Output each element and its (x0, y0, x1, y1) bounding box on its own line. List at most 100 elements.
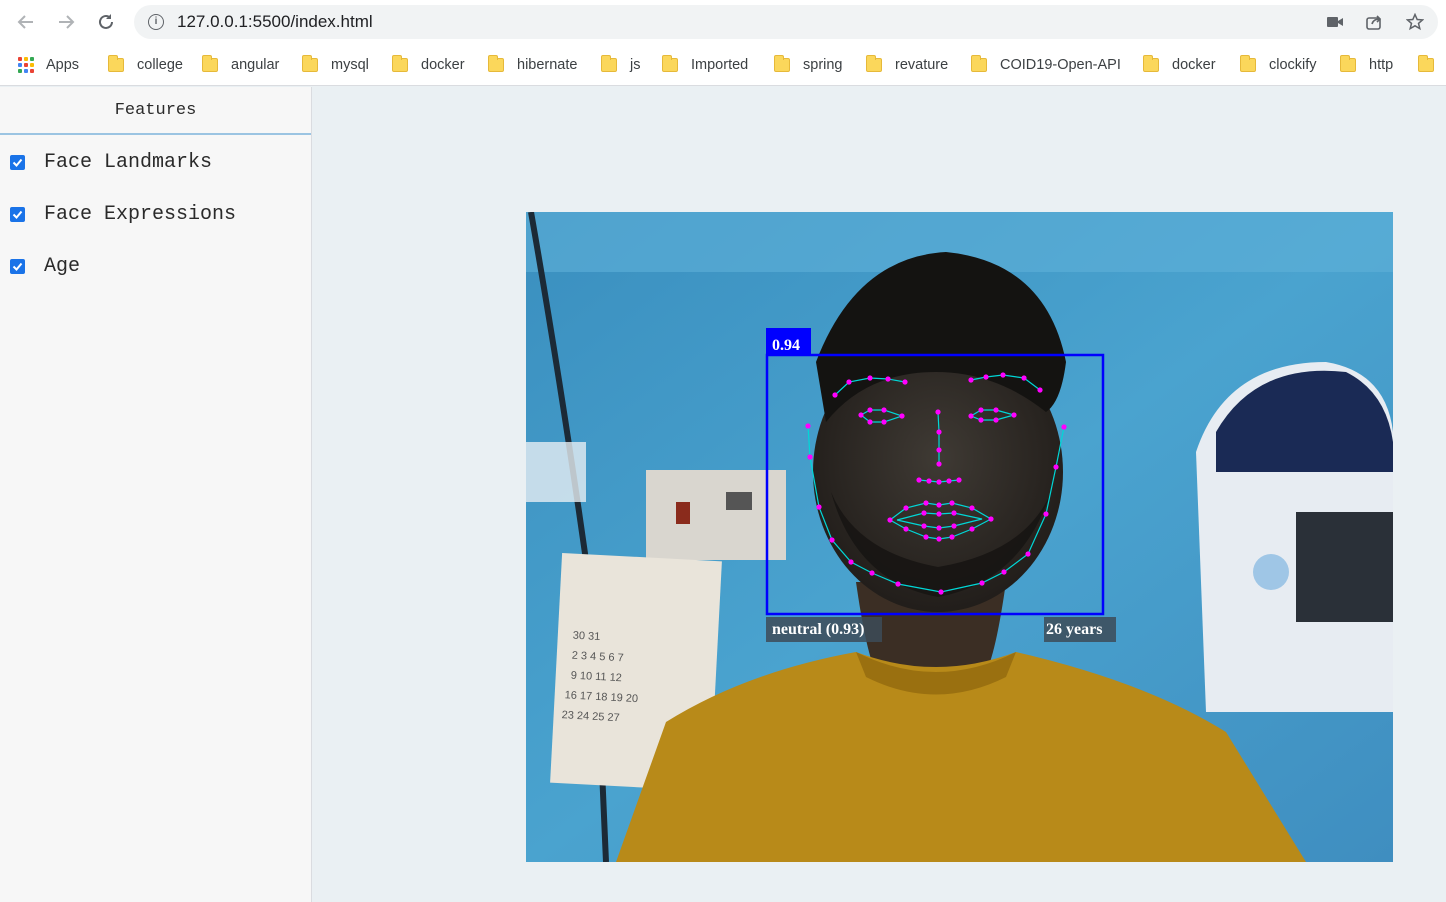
landmark-point (946, 478, 952, 484)
bookmark-clockify[interactable]: clockify (1240, 54, 1317, 76)
bookmark-hibernate[interactable]: hibernate (488, 54, 577, 76)
bookmark-label: COID19-Open-API (1000, 57, 1121, 73)
age-checkbox[interactable] (10, 258, 25, 274)
landmark-point (1001, 569, 1007, 575)
svg-text:30 31: 30 31 (573, 630, 601, 643)
landmark-point (832, 392, 838, 398)
address-bar[interactable]: i 127.0.0.1:5500/index.html (134, 5, 1438, 39)
landmark-point (887, 517, 893, 523)
landmark-point (867, 375, 873, 381)
back-arrow-icon[interactable] (12, 8, 40, 36)
landmark-point (993, 407, 999, 413)
landmark-point (936, 429, 942, 435)
bookmark-docker[interactable]: docker (1143, 54, 1216, 76)
landmark-point (805, 423, 811, 429)
landmark-point (1021, 375, 1027, 381)
feature-label: Face Expressions (44, 202, 237, 226)
folder-icon (1143, 55, 1159, 72)
bookmark-label: clockify (1269, 57, 1317, 73)
landmark-point (867, 419, 873, 425)
site-info-icon[interactable]: i (148, 14, 164, 30)
share-icon[interactable] (1363, 12, 1385, 32)
landmark-point (936, 479, 942, 485)
landmark-point (829, 537, 835, 543)
feature-label: Age (44, 254, 81, 278)
folder-icon (108, 55, 124, 72)
bookmark-angular[interactable]: angular (202, 54, 279, 76)
sidebar-title: Features (0, 87, 311, 135)
landmark-point (935, 409, 941, 415)
browser-toolbar: i 127.0.0.1:5500/index.html (0, 0, 1446, 44)
forward-arrow-icon[interactable] (52, 8, 80, 36)
landmark-point (983, 374, 989, 380)
landmark-point (858, 412, 864, 418)
feature-age[interactable]: Age (10, 254, 80, 278)
bookmark-label: docker (1172, 57, 1216, 73)
bookmark-label: docker (421, 57, 465, 73)
bookmark-http[interactable]: http (1340, 54, 1393, 76)
landmark-point (979, 580, 985, 586)
bookmark-label: mysql (331, 57, 369, 73)
face-landmarks-checkbox[interactable] (10, 154, 25, 170)
landmark-point (926, 478, 932, 484)
landmark-point (936, 461, 942, 467)
camera-icon[interactable] (1324, 12, 1346, 32)
landmark-point (993, 417, 999, 423)
landmark-point (902, 379, 908, 385)
landmark-point (869, 570, 875, 576)
landmark-point (951, 510, 957, 516)
bookmark-college[interactable]: college (108, 54, 183, 76)
landmark-point (956, 477, 962, 483)
url-text: 127.0.0.1:5500/index.html (177, 12, 373, 31)
landmark-point (881, 419, 887, 425)
landmark-point (921, 510, 927, 516)
apps-icon (18, 57, 34, 73)
folder-icon (774, 55, 790, 72)
bookmark-label: revature (895, 57, 949, 73)
feature-label: Face Landmarks (44, 150, 213, 174)
folder-icon (662, 55, 678, 72)
bookmark-js[interactable]: js (601, 54, 640, 76)
bookmark-revature[interactable]: revature (866, 54, 948, 76)
landmark-point (923, 500, 929, 506)
features-sidebar: Features Face Landmarks Face Expressions… (0, 87, 312, 902)
landmark-point (988, 516, 994, 522)
bookmark-label: Imported (691, 57, 749, 73)
reload-icon[interactable] (92, 8, 120, 36)
bookmark-label: js (630, 57, 641, 73)
age-label: 26 years (1046, 621, 1103, 638)
star-icon[interactable] (1404, 12, 1426, 32)
landmark-point (936, 536, 942, 542)
bookmark-coid19-open-api[interactable]: COID19-Open-API (971, 54, 1121, 76)
bookmark-mysql[interactable]: mysql (302, 54, 369, 76)
bookmark-label: spring (803, 57, 843, 73)
webcam-frame: 30 31 2 3 4 5 6 7 9 10 11 12 16 17 18 19… (526, 212, 1393, 862)
landmark-point (895, 581, 901, 587)
landmark-point (848, 559, 854, 565)
bookmark-apps[interactable]: Apps (18, 54, 79, 76)
folder-icon[interactable] (1418, 55, 1434, 72)
bookmark-docker[interactable]: docker (392, 54, 465, 76)
face-expressions-checkbox[interactable] (10, 206, 25, 222)
bookmark-imported[interactable]: Imported (662, 54, 748, 76)
landmark-point (968, 413, 974, 419)
landmark-point (1000, 372, 1006, 378)
landmark-point (867, 407, 873, 413)
landmark-point (969, 505, 975, 511)
folder-icon (488, 55, 504, 72)
landmark-point (936, 502, 942, 508)
landmark-point (949, 534, 955, 540)
folder-icon (392, 55, 408, 72)
webcam-video: 30 31 2 3 4 5 6 7 9 10 11 12 16 17 18 19… (526, 212, 1393, 862)
folder-icon (971, 55, 987, 72)
feature-face-expressions[interactable]: Face Expressions (10, 202, 236, 226)
landmark-point (899, 413, 905, 419)
bookmark-label: http (1369, 57, 1394, 73)
landmark-point (938, 589, 944, 595)
bookmark-spring[interactable]: spring (774, 54, 843, 76)
landmark-point (816, 504, 822, 510)
landmark-point (903, 505, 909, 511)
folder-icon (202, 55, 218, 72)
feature-face-landmarks[interactable]: Face Landmarks (10, 150, 212, 174)
landmark-point (968, 377, 974, 383)
